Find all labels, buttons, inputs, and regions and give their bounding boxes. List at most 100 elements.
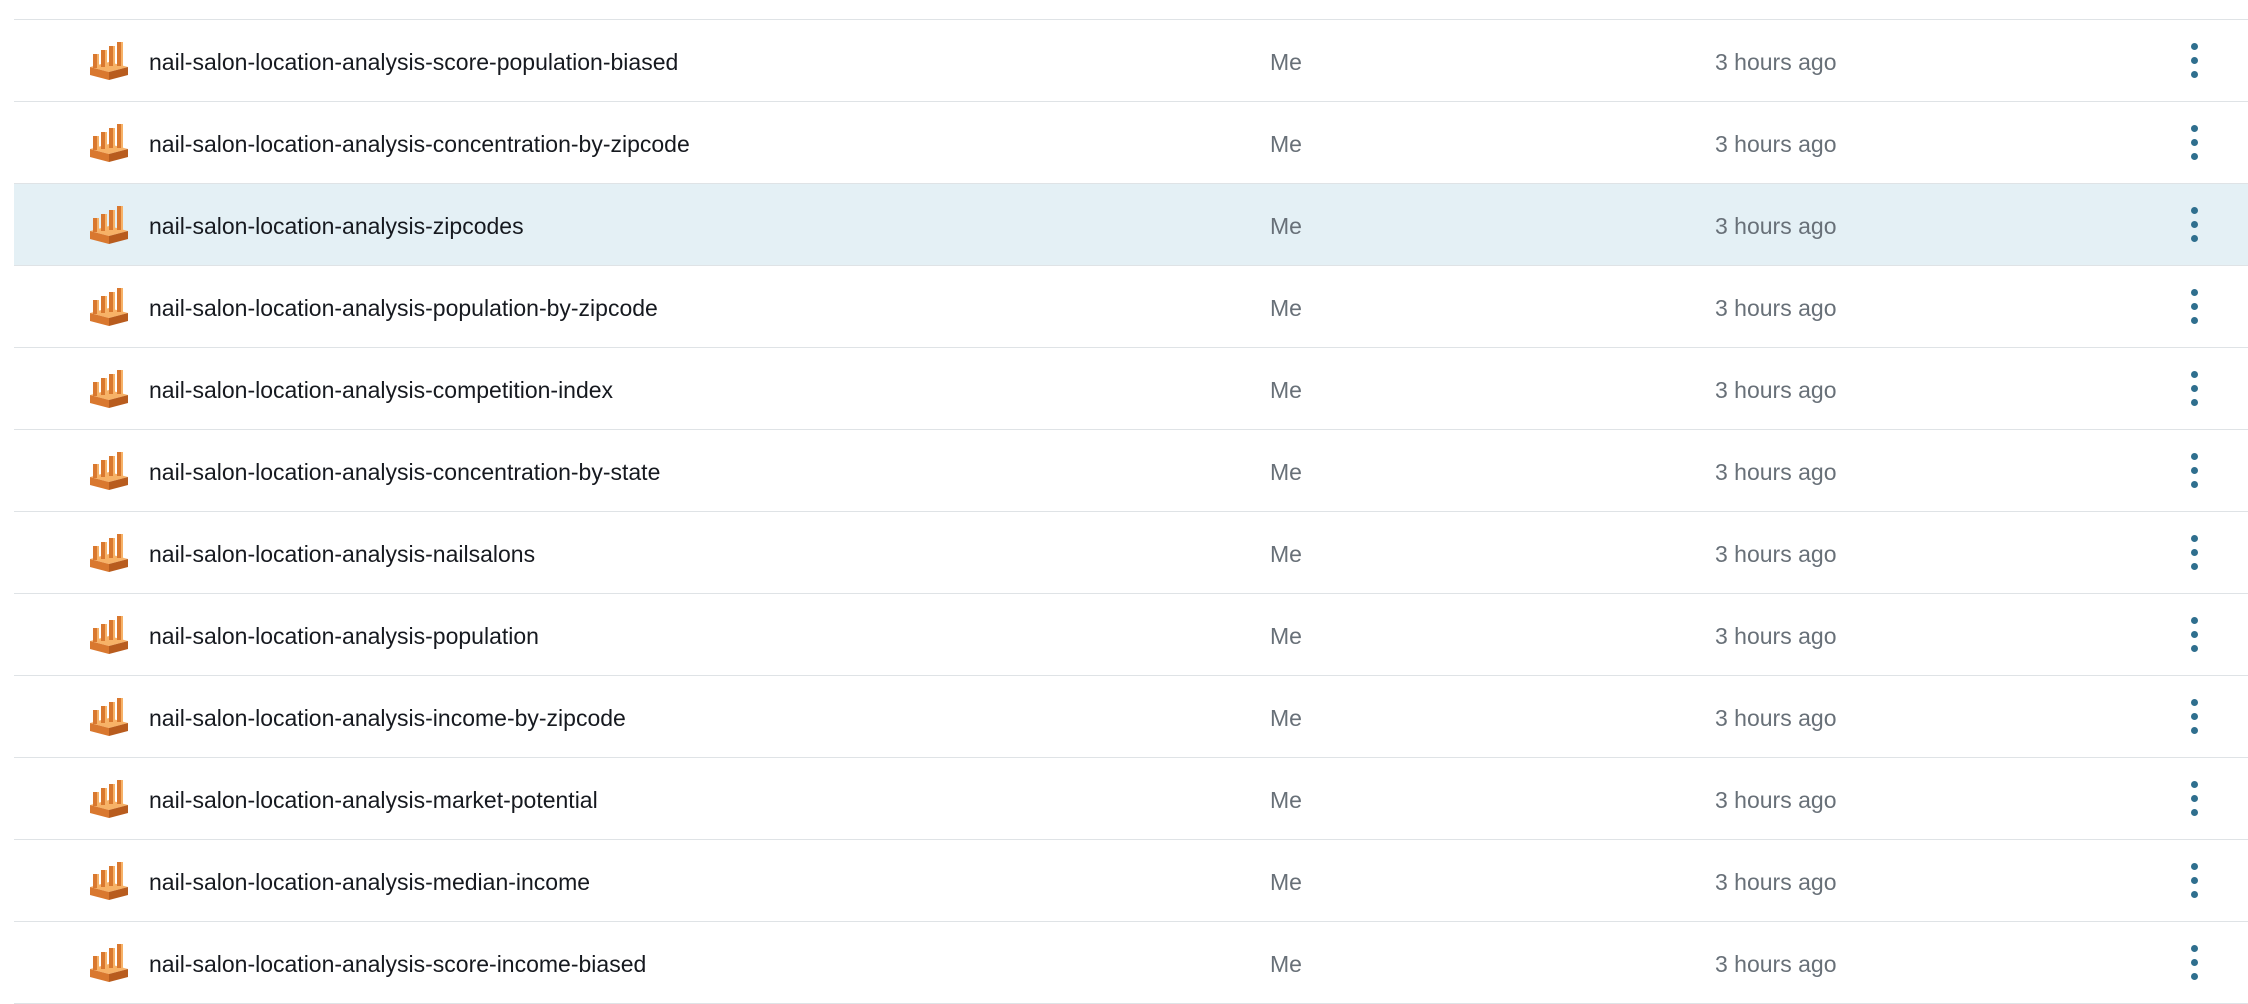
row-actions-menu-button[interactable] xyxy=(2180,448,2208,492)
dataset-row[interactable]: nail-salon-location-analysis-population-… xyxy=(14,266,2248,348)
more-options-icon xyxy=(2191,945,2198,952)
dataset-owner: Me xyxy=(1270,49,1302,75)
dataset-row[interactable]: nail-salon-location-analysis-market-pote… xyxy=(14,758,2248,840)
more-options-icon-dot xyxy=(2191,153,2198,160)
row-actions-menu-button[interactable] xyxy=(2180,202,2208,246)
dataset-icon xyxy=(90,944,128,982)
dataset-owner: Me xyxy=(1270,623,1302,649)
dataset-row[interactable]: nail-salon-location-analysis-concentrati… xyxy=(14,102,2248,184)
dataset-name[interactable]: nail-salon-location-analysis-nailsalons xyxy=(149,540,535,568)
more-options-icon-dot xyxy=(2191,631,2198,638)
more-options-icon xyxy=(2191,289,2198,296)
more-options-icon xyxy=(2191,535,2198,542)
row-actions-menu-button[interactable] xyxy=(2180,38,2208,82)
more-options-icon-dot xyxy=(2191,221,2198,228)
dataset-icon xyxy=(90,616,128,654)
dataset-name[interactable]: nail-salon-location-analysis-score-incom… xyxy=(149,950,646,978)
dataset-owner: Me xyxy=(1270,787,1302,813)
dataset-name[interactable]: nail-salon-location-analysis-population-… xyxy=(149,294,658,322)
dataset-row[interactable]: nail-salon-location-analysis-nailsalons … xyxy=(14,512,2248,594)
dataset-owner: Me xyxy=(1270,869,1302,895)
more-options-icon xyxy=(2191,207,2198,214)
more-options-icon-dot xyxy=(2191,645,2198,652)
dataset-last-modified: 3 hours ago xyxy=(1715,459,1837,485)
more-options-icon-dot xyxy=(2191,713,2198,720)
dataset-owner: Me xyxy=(1270,541,1302,567)
dataset-name[interactable]: nail-salon-location-analysis-competition… xyxy=(149,376,613,404)
row-actions-menu-button[interactable] xyxy=(2180,776,2208,820)
more-options-icon-dot xyxy=(2191,549,2198,556)
dataset-name[interactable]: nail-salon-location-analysis-income-by-z… xyxy=(149,704,626,732)
more-options-icon-dot xyxy=(2191,727,2198,734)
more-options-icon xyxy=(2191,43,2198,50)
dataset-owner: Me xyxy=(1270,377,1302,403)
row-actions-menu-button[interactable] xyxy=(2180,120,2208,164)
more-options-icon-dot xyxy=(2191,139,2198,146)
dataset-icon xyxy=(90,206,128,244)
dataset-last-modified: 3 hours ago xyxy=(1715,869,1837,895)
row-actions-menu-button[interactable] xyxy=(2180,284,2208,328)
dataset-row[interactable]: nail-salon-location-analysis-competition… xyxy=(14,348,2248,430)
more-options-icon-dot xyxy=(2191,973,2198,980)
more-options-icon-dot xyxy=(2191,891,2198,898)
more-options-icon xyxy=(2191,863,2198,870)
dataset-last-modified: 3 hours ago xyxy=(1715,541,1837,567)
dataset-owner: Me xyxy=(1270,213,1302,239)
more-options-icon-dot xyxy=(2191,71,2198,78)
dataset-icon xyxy=(90,452,128,490)
more-options-icon-dot xyxy=(2191,809,2198,816)
more-options-icon-dot xyxy=(2191,959,2198,966)
more-options-icon xyxy=(2191,617,2198,624)
dataset-last-modified: 3 hours ago xyxy=(1715,295,1837,321)
dataset-last-modified: 3 hours ago xyxy=(1715,623,1837,649)
dataset-name[interactable]: nail-salon-location-analysis-market-pote… xyxy=(149,786,598,814)
dataset-row[interactable]: nail-salon-location-analysis-median-inco… xyxy=(14,840,2248,922)
dataset-last-modified: 3 hours ago xyxy=(1715,131,1837,157)
dataset-last-modified: 3 hours ago xyxy=(1715,49,1837,75)
dataset-list: nail-salon-location-analysis-score-popul… xyxy=(14,0,2248,1004)
dataset-owner: Me xyxy=(1270,295,1302,321)
more-options-icon xyxy=(2191,371,2198,378)
dataset-owner: Me xyxy=(1270,705,1302,731)
row-actions-menu-button[interactable] xyxy=(2180,612,2208,656)
row-actions-menu-button[interactable] xyxy=(2180,366,2208,410)
more-options-icon-dot xyxy=(2191,317,2198,324)
more-options-icon-dot xyxy=(2191,385,2198,392)
list-top-divider xyxy=(14,0,2248,20)
dataset-row[interactable]: nail-salon-location-analysis-income-by-z… xyxy=(14,676,2248,758)
more-options-icon-dot xyxy=(2191,795,2198,802)
more-options-icon-dot xyxy=(2191,481,2198,488)
dataset-name[interactable]: nail-salon-location-analysis-concentrati… xyxy=(149,458,660,486)
dataset-icon xyxy=(90,42,128,80)
more-options-icon-dot xyxy=(2191,57,2198,64)
more-options-icon-dot xyxy=(2191,467,2198,474)
dataset-row[interactable]: nail-salon-location-analysis-concentrati… xyxy=(14,430,2248,512)
dataset-owner: Me xyxy=(1270,131,1302,157)
dataset-last-modified: 3 hours ago xyxy=(1715,213,1837,239)
dataset-icon xyxy=(90,698,128,736)
dataset-owner: Me xyxy=(1270,951,1302,977)
dataset-rows: nail-salon-location-analysis-score-popul… xyxy=(14,20,2248,1004)
dataset-row[interactable]: nail-salon-location-analysis-zipcodes Me… xyxy=(14,184,2248,266)
dataset-last-modified: 3 hours ago xyxy=(1715,951,1837,977)
dataset-name[interactable]: nail-salon-location-analysis-zipcodes xyxy=(149,212,524,240)
dataset-name[interactable]: nail-salon-location-analysis-median-inco… xyxy=(149,868,590,896)
row-actions-menu-button[interactable] xyxy=(2180,694,2208,738)
dataset-name[interactable]: nail-salon-location-analysis-score-popul… xyxy=(149,48,678,76)
more-options-icon-dot xyxy=(2191,563,2198,570)
dataset-icon xyxy=(90,780,128,818)
dataset-name[interactable]: nail-salon-location-analysis-population xyxy=(149,622,539,650)
row-actions-menu-button[interactable] xyxy=(2180,940,2208,984)
dataset-icon xyxy=(90,124,128,162)
row-actions-menu-button[interactable] xyxy=(2180,530,2208,574)
more-options-icon xyxy=(2191,781,2198,788)
dataset-row[interactable]: nail-salon-location-analysis-population … xyxy=(14,594,2248,676)
dataset-icon xyxy=(90,862,128,900)
more-options-icon xyxy=(2191,699,2198,706)
row-actions-menu-button[interactable] xyxy=(2180,858,2208,902)
dataset-row[interactable]: nail-salon-location-analysis-score-incom… xyxy=(14,922,2248,1004)
dataset-last-modified: 3 hours ago xyxy=(1715,377,1837,403)
dataset-name[interactable]: nail-salon-location-analysis-concentrati… xyxy=(149,130,690,158)
dataset-row[interactable]: nail-salon-location-analysis-score-popul… xyxy=(14,20,2248,102)
dataset-icon xyxy=(90,288,128,326)
